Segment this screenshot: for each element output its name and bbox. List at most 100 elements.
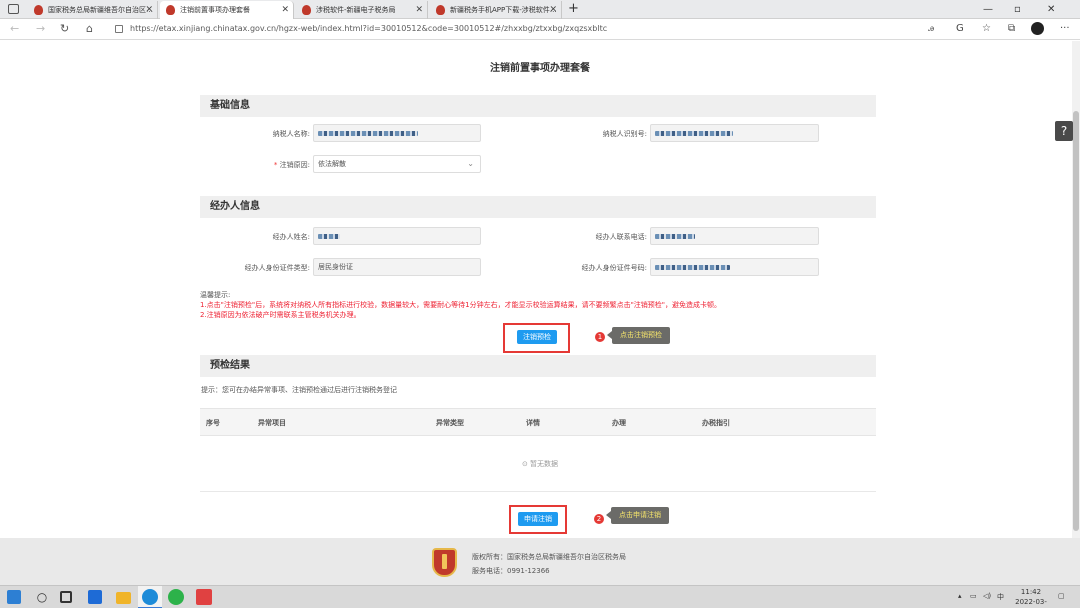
profile-avatar[interactable] <box>1031 22 1044 35</box>
lock-icon <box>115 25 123 33</box>
col-item: 异常项目 <box>258 419 286 427</box>
search-icon[interactable]: ○ <box>34 589 50 605</box>
agent-name-field[interactable] <box>313 227 481 245</box>
close-tab-icon[interactable]: ✕ <box>415 1 423 19</box>
agent-idno-field[interactable] <box>650 258 819 276</box>
taskbar: ○ ▴ ▭ ◁) 中 11:42 2022-03-15 ▢ <box>0 585 1080 608</box>
taxpayer-id-field[interactable] <box>650 124 819 142</box>
step-badge: 2 <box>594 514 604 524</box>
close-window-icon[interactable]: ✕ <box>1047 0 1055 19</box>
redacted-value <box>318 233 340 239</box>
agent-idtype-field[interactable]: 居民身份证 <box>313 258 481 276</box>
url-input[interactable]: https://etax.xinjiang.chinatax.gov.cn/hg… <box>130 21 607 37</box>
redacted-value <box>655 264 730 270</box>
col-guide: 办税指引 <box>702 419 730 427</box>
refresh-icon[interactable]: ↻ <box>60 21 69 37</box>
warm-tips-line2: 2.注销原因为依法破产时需联系主管税务机关办理。 <box>200 311 361 319</box>
taxpayer-name-field[interactable] <box>313 124 481 142</box>
reason-value: 依法解散 <box>318 160 346 168</box>
warm-tips: 温馨提示: 1.点击"注销预检"后，系统将对纳税人所有指标进行校验，数据量较大，… <box>200 290 721 320</box>
app-icon[interactable] <box>196 589 212 605</box>
apply-cancel-button[interactable]: 申请注销 <box>518 512 558 526</box>
close-tab-icon[interactable]: ✕ <box>145 1 153 19</box>
col-index: 序号 <box>206 419 220 427</box>
precheck-button[interactable]: 注销预检 <box>517 330 557 344</box>
file-explorer-icon[interactable] <box>116 592 131 604</box>
empty-state: ⊙ 暂无数据 <box>521 460 559 468</box>
col-action: 办理 <box>612 419 626 427</box>
taxpayer-id-label: 纳税人识别号: <box>602 130 647 138</box>
start-icon[interactable] <box>7 590 21 604</box>
result-table-header: 序号 异常项目 异常类型 详情 办理 办税指引 <box>200 408 876 436</box>
close-tab-icon[interactable]: ✕ <box>549 1 557 19</box>
tab-1[interactable]: 注销前置事项办理套餐 ✕ <box>160 1 294 19</box>
tab-3[interactable]: 新疆税务手机APP下载-涉税软件… ✕ <box>430 1 562 19</box>
col-type: 异常类型 <box>436 419 464 427</box>
forward-icon[interactable]: → <box>36 21 45 37</box>
task-view-icon[interactable] <box>60 591 72 603</box>
agent-idno-label: 经办人身份证件号码: <box>581 264 647 272</box>
agent-name-label: 经办人姓名: <box>272 233 310 241</box>
divider <box>200 491 876 492</box>
tab-0[interactable]: 国家税务总局新疆维吾尔自治区… ✕ <box>28 1 158 19</box>
agent-info-header: 经办人信息 <box>200 196 876 218</box>
redacted-value <box>318 130 418 136</box>
clock[interactable]: 11:42 2022-03-15 <box>1011 587 1051 608</box>
result-hint: 提示：您可在办结异常事项、注销预检通过后进行注销税务登记 <box>201 386 397 394</box>
callout-apply: 点击申请注销 <box>606 507 669 524</box>
tax-favicon-icon <box>34 5 43 15</box>
clock-time: 11:42 <box>1020 588 1042 596</box>
required-marker: * <box>273 161 278 169</box>
notification-icon[interactable]: ▢ <box>1058 592 1065 600</box>
network-icon[interactable]: ▭ <box>970 592 977 600</box>
tab-2[interactable]: 涉税软件-新疆电子税务局 ✕ <box>296 1 428 19</box>
restore-icon[interactable]: ▫ <box>1014 0 1021 19</box>
volume-icon[interactable]: ◁) <box>983 592 991 600</box>
wechat-icon[interactable] <box>168 589 184 605</box>
collections-icon[interactable]: ⧉ <box>1008 22 1015 36</box>
translate-icon[interactable]: ꭿ <box>928 22 934 36</box>
chevron-down-icon: ⌄ <box>467 159 474 168</box>
tax-logo-icon <box>432 548 457 577</box>
address-bar: ← → ↻ ⌂ https://etax.xinjiang.chinatax.g… <box>0 19 1080 40</box>
step-badge: 1 <box>595 332 605 342</box>
edge-browser-icon[interactable] <box>142 589 158 605</box>
tab-label: 涉税软件-新疆电子税务局 <box>316 6 396 14</box>
redacted-value <box>655 130 733 136</box>
widgets-icon[interactable] <box>88 590 102 604</box>
close-tab-icon[interactable]: ✕ <box>281 1 289 19</box>
footer-phone: 服务电话：0991-12366 <box>472 567 550 575</box>
new-tab-button[interactable]: + <box>568 0 579 18</box>
reason-label: * 注销原因: <box>230 160 310 170</box>
tax-favicon-icon <box>436 5 445 15</box>
minimize-icon[interactable]: — <box>983 0 993 19</box>
tab-label: 注销前置事项办理套餐 <box>180 6 250 14</box>
basic-info-header: 基础信息 <box>200 95 876 117</box>
tab-label: 新疆税务手机APP下载-涉税软件… <box>450 6 557 14</box>
tray-chevron-icon[interactable]: ▴ <box>958 592 962 600</box>
tab-label: 国家税务总局新疆维吾尔自治区… <box>48 6 153 14</box>
redacted-value <box>655 233 695 239</box>
window-menu-icon[interactable] <box>8 4 19 14</box>
reading-icon[interactable]: G <box>956 22 964 36</box>
result-header: 预检结果 <box>200 355 876 377</box>
favorites-icon[interactable]: ☆ <box>982 22 991 36</box>
back-icon[interactable]: ← <box>10 21 19 37</box>
reason-select[interactable]: 依法解散 ⌄ <box>313 155 481 173</box>
reason-label-text: 注销原因: <box>279 161 310 169</box>
help-icon[interactable]: ? <box>1055 121 1073 141</box>
more-menu-icon[interactable]: ··· <box>1060 22 1070 36</box>
agent-idtype-label: 经办人身份证件类型: <box>244 264 310 272</box>
taxpayer-name-label: 纳税人名称: <box>272 130 310 138</box>
tax-favicon-icon <box>302 5 311 15</box>
ime-indicator[interactable]: 中 <box>997 592 1004 602</box>
tax-favicon-icon <box>166 5 175 15</box>
page-title: 注销前置事项办理套餐 <box>490 63 590 74</box>
browser-tabbar: 国家税务总局新疆维吾尔自治区… ✕ 注销前置事项办理套餐 ✕ 涉税软件-新疆电子… <box>0 0 1080 19</box>
warm-tips-title: 温馨提示: <box>200 291 231 299</box>
home-icon[interactable]: ⌂ <box>86 21 93 37</box>
agent-phone-field[interactable] <box>650 227 819 245</box>
col-detail: 详情 <box>526 419 540 427</box>
warm-tips-line1: 1.点击"注销预检"后，系统将对纳税人所有指标进行校验，数据量较大，需要耐心等待… <box>200 301 722 309</box>
agent-phone-label: 经办人联系电话: <box>595 233 647 241</box>
